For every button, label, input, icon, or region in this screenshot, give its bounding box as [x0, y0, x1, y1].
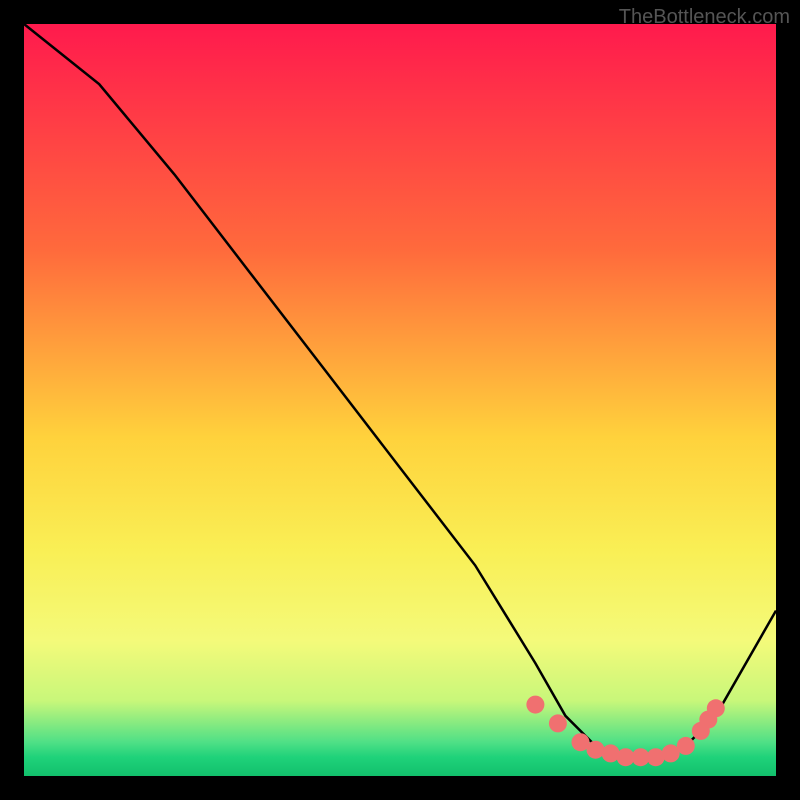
data-point	[587, 741, 605, 759]
data-point	[677, 737, 695, 755]
data-point	[707, 699, 725, 717]
data-point	[549, 714, 567, 732]
data-point	[526, 696, 544, 714]
chart-frame	[24, 24, 776, 776]
data-point	[602, 744, 620, 762]
data-point	[647, 748, 665, 766]
chart-svg	[24, 24, 776, 776]
watermark-text: TheBottleneck.com	[619, 6, 790, 29]
heatmap-background	[24, 24, 776, 776]
